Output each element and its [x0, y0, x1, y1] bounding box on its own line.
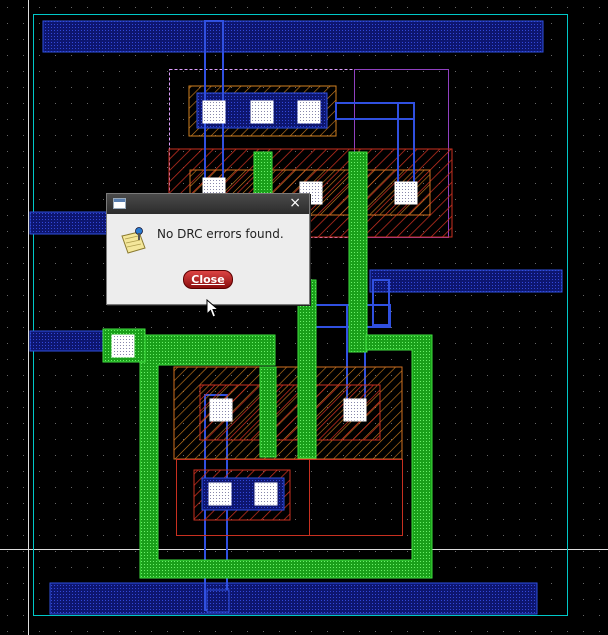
contact: [208, 482, 232, 506]
note-icon: [121, 227, 146, 254]
contact: [343, 398, 367, 422]
mouse-pointer-icon: [206, 299, 220, 318]
contact: [209, 398, 233, 422]
contact: [202, 100, 226, 124]
drc-result-dialog[interactable]: × No DRC errors found. Close: [106, 193, 310, 318]
vdd-rail: [42, 20, 544, 53]
metal-wire-d: [29, 211, 111, 235]
contact: [394, 181, 418, 205]
dialog-titlebar[interactable]: ×: [107, 194, 309, 214]
contact: [254, 482, 278, 506]
window-icon: [113, 198, 126, 209]
metal-wire-h: [29, 330, 109, 352]
contact: [297, 100, 321, 124]
close-button[interactable]: Close: [183, 270, 233, 289]
close-icon[interactable]: ×: [289, 195, 301, 212]
poly-gate-top-2: [348, 151, 368, 353]
metal-wire-e: [369, 269, 563, 293]
poly-gate-bottom-1: [259, 366, 277, 458]
metal-wire-k: [206, 589, 230, 613]
dialog-message: No DRC errors found.: [157, 227, 284, 241]
dialog-body: No DRC errors found. Close: [107, 214, 309, 318]
poly-gate-bottom-2: [297, 279, 317, 459]
contact: [250, 100, 274, 124]
gnd-rail: [49, 582, 538, 615]
contact: [111, 334, 135, 358]
layout-canvas[interactable]: [0, 0, 608, 635]
